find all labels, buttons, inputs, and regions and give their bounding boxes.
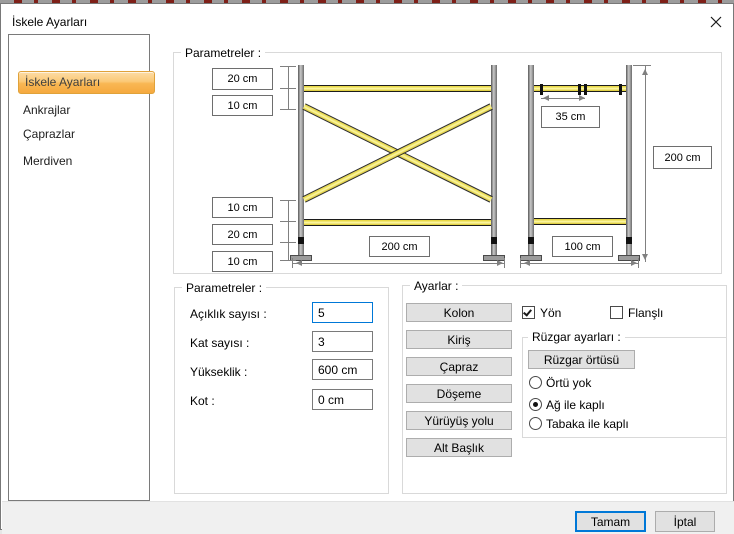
- cancel-button[interactable]: İptal: [655, 511, 715, 532]
- dimension-tick: [280, 88, 296, 89]
- sidebar-item-ankrajlar[interactable]: Ankrajlar: [23, 103, 70, 117]
- sidebar-item-merdiven[interactable]: Merdiven: [23, 154, 72, 168]
- ortu-yok-radio-label[interactable]: Örtü yok: [546, 376, 591, 390]
- top-rail-side: [304, 85, 491, 92]
- dim-bay-width: 200 cm: [369, 236, 430, 257]
- post-joint-mark: [491, 237, 497, 244]
- dimension-line: [292, 263, 504, 264]
- capraz-button[interactable]: Çapraz: [406, 357, 512, 376]
- ok-button[interactable]: Tamam: [575, 511, 646, 532]
- kat-sayisi-input[interactable]: [312, 331, 373, 352]
- screen: İskele Ayarları İskele Ayarları Ankrajla…: [0, 0, 734, 534]
- scaffold-post: [626, 65, 632, 256]
- yon-checkbox[interactable]: [522, 306, 535, 319]
- dimension-arrow: [521, 260, 530, 266]
- dialog-title: İskele Ayarları: [12, 15, 88, 29]
- sidebar-item-label: İskele Ayarları: [25, 75, 101, 89]
- diagram-group-label: Parametreler :: [181, 46, 266, 60]
- sidebar-item-iskele-ayarlari[interactable]: İskele Ayarları: [18, 71, 155, 94]
- dim-top-gap: 10 cm: [212, 95, 273, 116]
- field-label-kot: Kot :: [190, 394, 215, 408]
- close-button[interactable]: [701, 10, 731, 34]
- dimension-arrow: [540, 95, 549, 101]
- scaffold-post: [491, 65, 497, 256]
- coupler-mark: [584, 84, 587, 95]
- bottom-rail-side: [304, 219, 491, 226]
- bottom-rail-front: [534, 218, 626, 225]
- dim-frame-width: 100 cm: [552, 236, 613, 257]
- field-label-aciklik: Açıklık sayısı :: [190, 307, 267, 321]
- alt-baslik-button[interactable]: Alt Başlık: [406, 438, 512, 457]
- check-icon: [523, 307, 532, 317]
- ag-ile-kapli-radio-label[interactable]: Ağ ile kaplı: [546, 398, 605, 412]
- dimension-tick: [280, 221, 296, 222]
- ruzgar-ortusu-button[interactable]: Rüzgar örtüsü: [528, 350, 635, 369]
- tabaka-ile-kapli-radio[interactable]: [529, 417, 542, 430]
- parameters-group-label: Parametreler :: [182, 281, 267, 295]
- dimension-tick: [280, 242, 296, 243]
- post-joint-mark: [528, 237, 534, 244]
- category-list: İskele Ayarları Ankrajlar Çaprazlar Merd…: [8, 34, 155, 501]
- flansli-checkbox-label[interactable]: Flanşlı: [628, 306, 663, 320]
- flansli-checkbox[interactable]: [610, 306, 623, 319]
- yuruyus-yolu-button[interactable]: Yürüyüş yolu: [406, 411, 512, 430]
- aciklik-sayisi-input[interactable]: [312, 302, 373, 323]
- dimension-arrow: [579, 95, 588, 101]
- scaffold-post: [528, 65, 534, 256]
- field-label-yukseklik: Yükseklik :: [190, 365, 248, 379]
- scaffold-settings-dialog: İskele Ayarları İskele Ayarları Ankrajla…: [0, 3, 734, 534]
- kiris-button[interactable]: Kiriş: [406, 330, 512, 349]
- dimension-arrow: [631, 260, 640, 266]
- dimension-arrow: [293, 260, 302, 266]
- dimension-tick: [280, 200, 296, 201]
- yukseklik-input[interactable]: [312, 359, 373, 380]
- dim-bottom-offset: 20 cm: [212, 224, 273, 245]
- field-label-kat: Kat sayısı :: [190, 336, 250, 350]
- top-rail-front: [534, 84, 626, 95]
- doseme-button[interactable]: Döşeme: [406, 384, 512, 403]
- scaffold-post: [298, 65, 304, 256]
- dimension-arrow: [642, 254, 648, 263]
- yon-checkbox-label[interactable]: Yön: [540, 306, 561, 320]
- dim-coupler-spacing: 35 cm: [541, 106, 600, 128]
- dim-top-offset: 20 cm: [212, 68, 273, 90]
- dimension-line: [288, 200, 289, 261]
- dimension-line: [520, 263, 639, 264]
- ortu-yok-radio[interactable]: [529, 376, 542, 389]
- settings-group-label: Ayarlar :: [410, 279, 463, 293]
- kolon-button[interactable]: Kolon: [406, 303, 512, 322]
- dimension-arrow: [497, 260, 506, 266]
- post-joint-mark: [298, 237, 304, 244]
- kot-input[interactable]: [312, 389, 373, 410]
- dimension-line: [645, 65, 646, 262]
- dim-base-offset: 10 cm: [212, 251, 273, 272]
- coupler-mark: [619, 84, 622, 95]
- coupler-mark: [540, 84, 543, 95]
- post-joint-mark: [626, 237, 632, 244]
- sidebar-item-caprazlar[interactable]: Çaprazlar: [23, 127, 75, 141]
- ag-ile-kapli-radio[interactable]: [529, 398, 542, 411]
- dim-bottom-gap: 10 cm: [212, 197, 273, 218]
- coupler-mark: [578, 84, 581, 95]
- dim-frame-height: 200 cm: [653, 146, 712, 169]
- close-icon: [710, 16, 722, 28]
- dimension-arrow: [642, 66, 648, 75]
- dimension-tick: [280, 109, 296, 110]
- wind-group-label: Rüzgar ayarları :: [528, 330, 625, 344]
- dimension-tick: [280, 66, 296, 67]
- tabaka-ile-kapli-radio-label[interactable]: Tabaka ile kaplı: [546, 417, 629, 431]
